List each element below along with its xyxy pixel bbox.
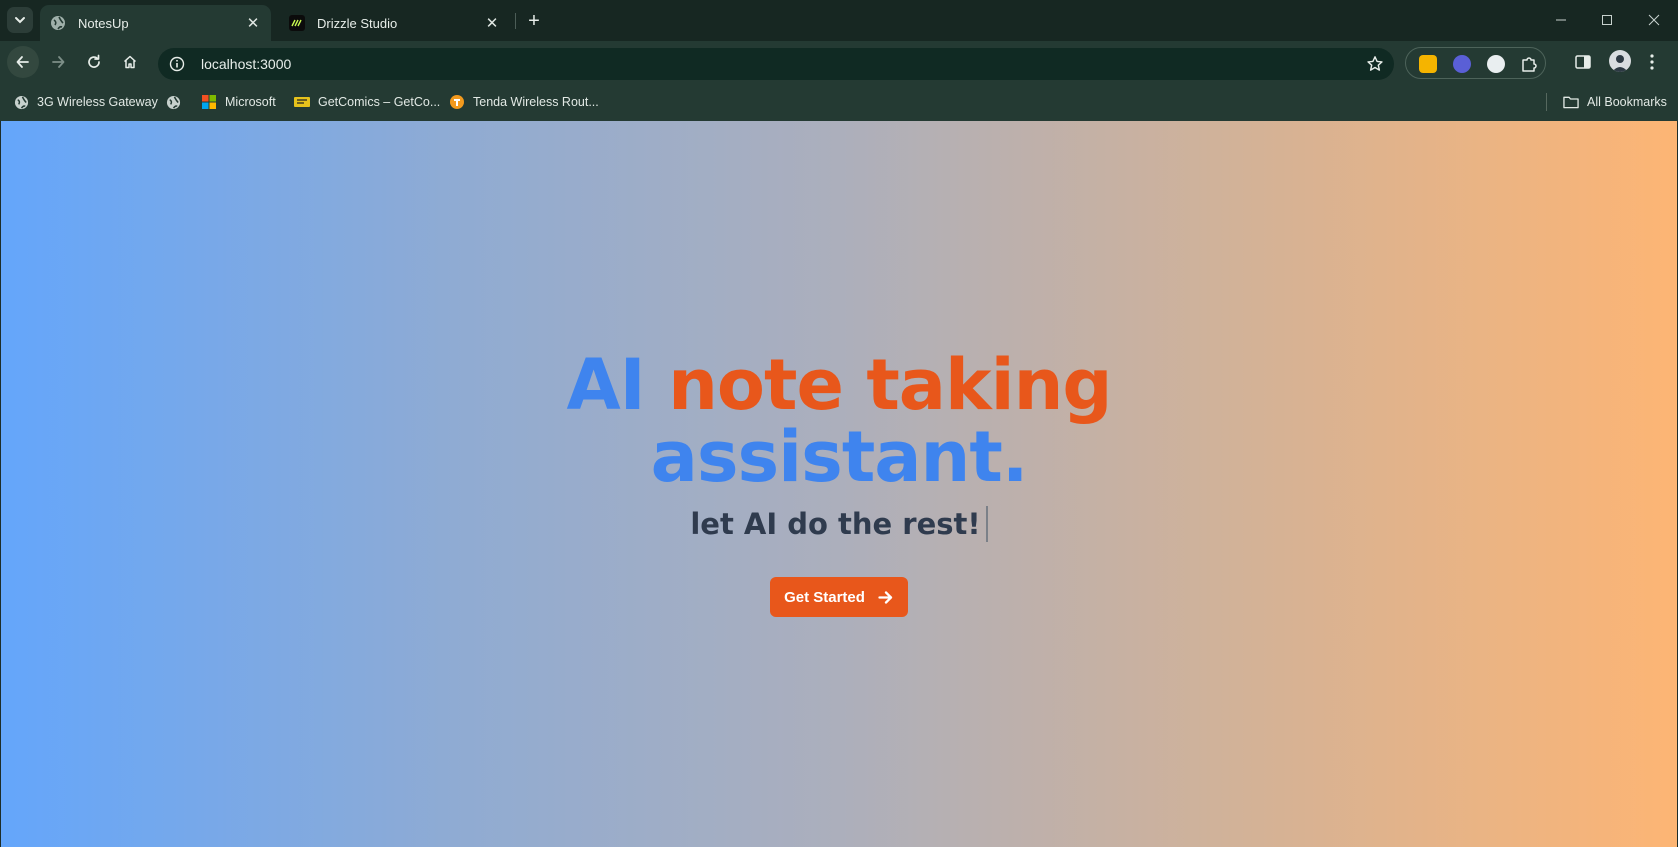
headline-highlight: note taking (668, 344, 1112, 426)
chevron-down-icon (15, 17, 25, 24)
extensions-group (1405, 47, 1546, 79)
page-viewport: AI note taking assistant. let AI do the … (1, 121, 1677, 847)
back-button[interactable] (7, 46, 39, 78)
bookmark-microsoft[interactable]: Microsoft (201, 92, 276, 112)
microsoft-icon (201, 94, 217, 110)
headline-line-2: assistant. (1, 421, 1677, 493)
headline-line-1: AI note taking (1, 349, 1677, 421)
headline-word-assistant: assistant. (650, 416, 1029, 498)
drizzle-icon (289, 15, 305, 31)
tab-title: NotesUp (78, 15, 129, 31)
tab-notesup[interactable]: NotesUp ✕ (40, 5, 271, 41)
hero-subheadline: let AI do the rest! (1, 506, 1677, 542)
home-icon (123, 55, 137, 69)
globe-icon (50, 15, 66, 31)
minimize-button[interactable] (1537, 0, 1585, 40)
globe-icon (13, 94, 29, 110)
site-info-icon[interactable] (167, 54, 187, 74)
bookmark-label: Tenda Wireless Rout... (473, 95, 599, 109)
url-text: localhost:3000 (201, 56, 292, 72)
bookmarks-bar: 3G Wireless Gateway Microsoft GetComics … (0, 83, 1678, 121)
avatar[interactable] (1609, 50, 1631, 72)
bookmark-label: 3G Wireless Gateway (37, 95, 158, 109)
bookmarks-divider (1546, 93, 1547, 111)
close-icon (1648, 14, 1660, 26)
globe-icon (165, 94, 181, 110)
side-panel-icon[interactable] (1574, 53, 1592, 76)
bookmark-label: Microsoft (225, 95, 276, 109)
tab-drizzle-studio[interactable]: Drizzle Studio ✕ (279, 5, 510, 41)
tab-search-button[interactable] (7, 7, 33, 33)
arrow-right-icon (52, 56, 65, 68)
bookmark-unnamed[interactable] (165, 92, 189, 112)
extension-record-icon[interactable] (1487, 55, 1505, 73)
maximize-icon (1602, 15, 1612, 25)
browser-toolbar: localhost:3000 (0, 41, 1678, 83)
arrow-left-icon (16, 56, 29, 68)
reload-button[interactable] (78, 46, 110, 78)
typewriter-caret (985, 506, 988, 542)
forward-button[interactable] (42, 46, 74, 78)
home-button[interactable] (114, 46, 146, 78)
reload-icon (88, 54, 100, 68)
extension-chat-icon[interactable] (1453, 55, 1471, 73)
close-icon[interactable]: ✕ (245, 15, 261, 32)
all-bookmarks-button[interactable]: All Bookmarks (1563, 92, 1667, 112)
get-started-button[interactable]: Get Started (770, 577, 908, 617)
arrow-right-icon (877, 589, 894, 606)
address-bar[interactable]: localhost:3000 (158, 48, 1394, 80)
typewriter-text: let AI do the rest! (690, 507, 981, 541)
tenda-icon (449, 94, 465, 110)
all-bookmarks-label: All Bookmarks (1587, 95, 1667, 109)
maximize-button[interactable] (1583, 0, 1631, 40)
puzzle-icon[interactable] (1519, 54, 1539, 79)
close-icon[interactable]: ✕ (484, 15, 500, 32)
bookmark-label: GetComics – GetCo... (318, 95, 441, 109)
bookmark-tenda-wireless[interactable]: Tenda Wireless Rout... (449, 92, 599, 112)
getcomics-icon (294, 94, 310, 110)
hero-headline: AI note taking assistant. (1, 349, 1677, 493)
tab-title: Drizzle Studio (317, 15, 398, 31)
minimize-icon (1556, 19, 1566, 21)
get-started-label: Get Started (784, 588, 865, 606)
extension-keep-icon[interactable] (1419, 55, 1437, 73)
headline-word-ai: AI (566, 344, 645, 426)
tab-divider (515, 13, 516, 29)
bookmark-3g-wireless-gateway[interactable]: 3G Wireless Gateway (13, 92, 158, 112)
window-close-button[interactable] (1630, 0, 1678, 40)
bookmark-star-icon[interactable] (1366, 55, 1384, 78)
more-menu-icon[interactable] (1648, 52, 1656, 77)
browser-window: NotesUp ✕ Drizzle Studio ✕ + localhost:3… (0, 0, 1678, 847)
folder-icon (1563, 94, 1579, 110)
new-tab-button[interactable]: + (521, 8, 547, 34)
bookmark-getcomics[interactable]: GetComics – GetCo... (294, 92, 440, 112)
tab-strip: NotesUp ✕ Drizzle Studio ✕ + (0, 0, 1678, 41)
